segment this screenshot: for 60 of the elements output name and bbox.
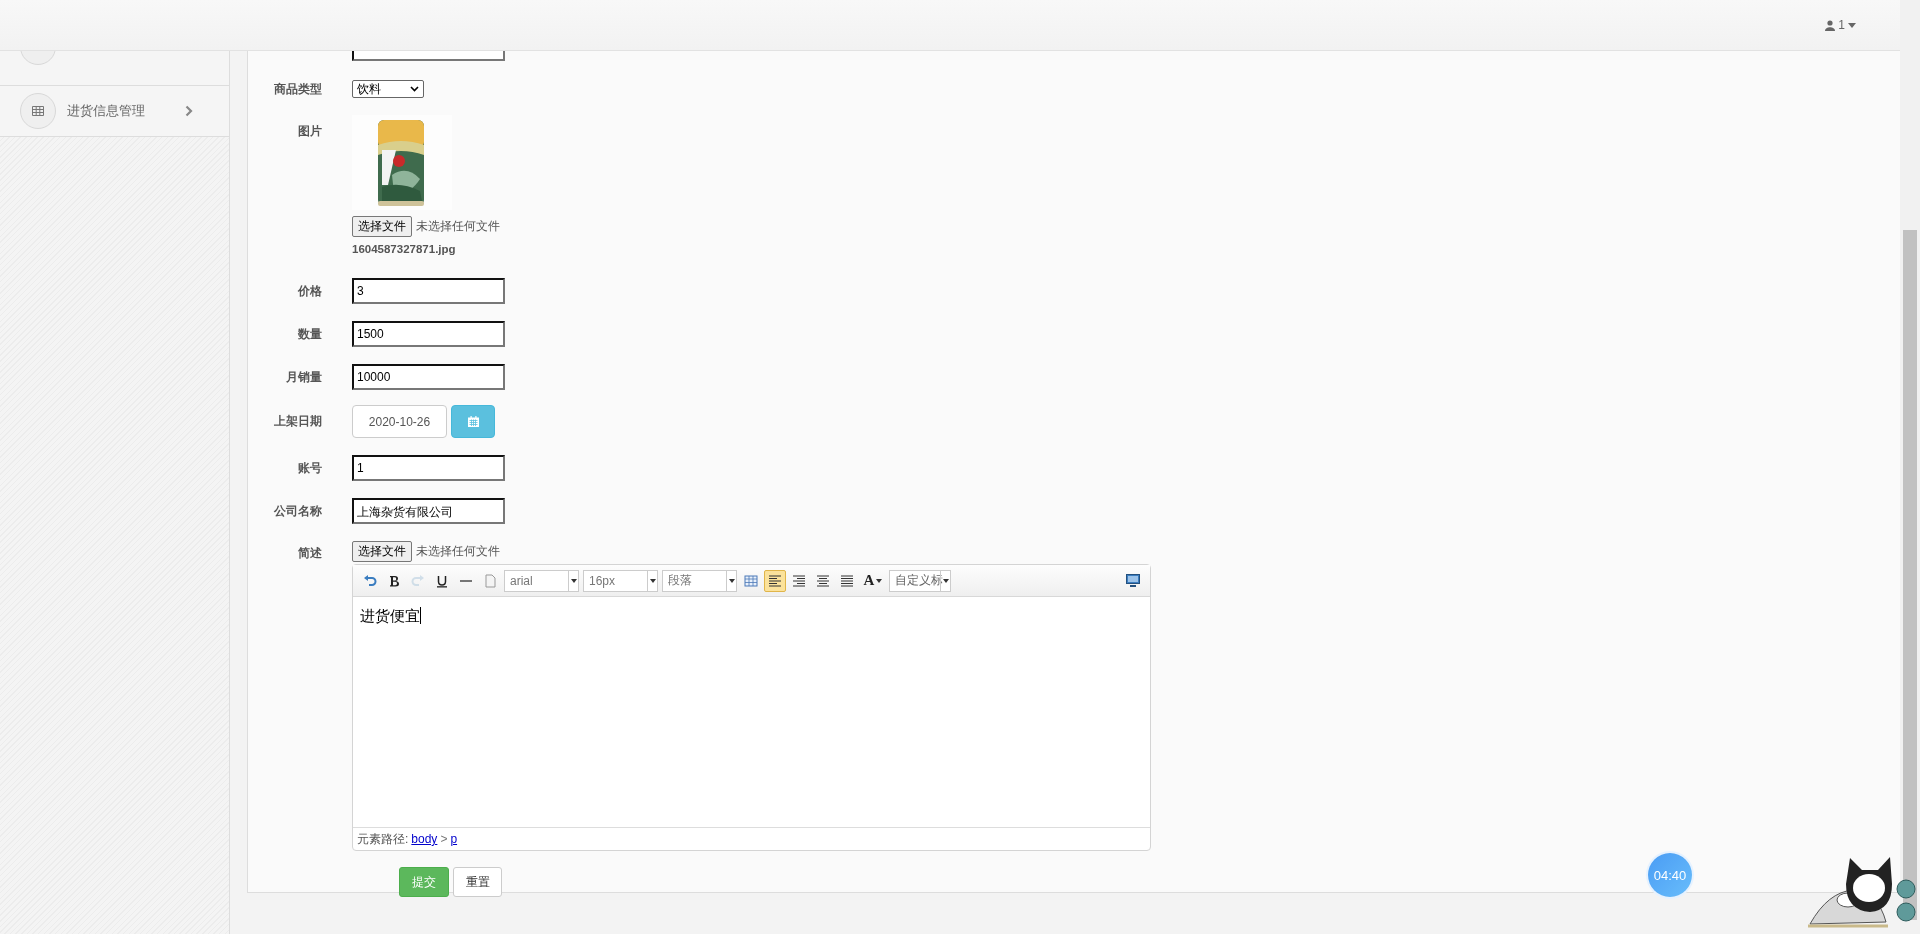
table-icon [20, 93, 56, 129]
file-status: 未选择任何文件 [416, 543, 500, 560]
field-label: 公司名称 [273, 502, 322, 520]
field-label: 商品类型 [273, 80, 322, 98]
sidebar-item[interactable]: 进货信息管理 [0, 86, 229, 137]
field-label: 图片 [297, 123, 322, 140]
file-name: 1604587327871.jpg [352, 243, 456, 255]
calendar-button[interactable] [451, 405, 495, 438]
path-link[interactable]: body [411, 832, 438, 846]
editor-area[interactable]: 进货便宜 [353, 597, 1150, 827]
justify-icon [840, 573, 854, 588]
user-menu[interactable]: 1 [1823, 16, 1858, 34]
font-color-button[interactable]: A [860, 569, 886, 592]
choose-file-button[interactable]: 选择文件 [352, 541, 412, 562]
align-left-icon [768, 573, 782, 588]
input-field[interactable]: 上海杂货有限公司 [352, 498, 505, 524]
path-link[interactable]: p [450, 832, 458, 846]
page-icon [483, 573, 497, 588]
reset-button[interactable]: 重置 [453, 867, 502, 897]
calendar-icon [467, 416, 479, 427]
caret-icon [876, 578, 883, 583]
field-label: 账号 [297, 459, 322, 477]
chevron-icon [185, 105, 193, 117]
input-field[interactable]: 3 [352, 278, 505, 304]
path-label: 元素路径: [357, 830, 409, 848]
choose-file-button[interactable]: 选择文件 [352, 216, 412, 237]
caret-icon [940, 570, 950, 591]
input-field[interactable]: 10000 [352, 364, 505, 390]
caret-icon [568, 570, 578, 591]
horizontal-rule-icon [460, 579, 472, 582]
editor-text: 进货便宜 [360, 607, 420, 626]
toolbar-select[interactable]: arial [504, 569, 579, 592]
align-right-icon [792, 573, 806, 588]
type-select[interactable]: 饮料 [352, 80, 424, 98]
field-label: 数量 [297, 325, 322, 343]
path-separator: > [440, 832, 448, 846]
undo-icon [363, 573, 377, 588]
field-label: 价格 [297, 282, 322, 300]
toolbar-select[interactable]: 16px [583, 569, 658, 592]
user-icon [1825, 19, 1836, 31]
table-icon [744, 573, 758, 588]
input-field[interactable] [352, 50, 505, 61]
file-status: 未选择任何文件 [416, 218, 500, 235]
monitor-icon [1126, 574, 1140, 587]
align-left-button[interactable] [764, 569, 786, 592]
input-field[interactable]: 1500 [352, 321, 505, 347]
caret-icon [726, 570, 736, 591]
field-label: 上架日期 [273, 413, 322, 430]
field-label: 简述 [297, 545, 322, 562]
underline-icon [435, 573, 449, 588]
caret-icon [647, 570, 657, 591]
input-field[interactable]: 1 [352, 455, 505, 481]
date-field[interactable]: 2020-10-26 [352, 405, 447, 438]
chevron-icon [410, 86, 419, 92]
align-center-icon [816, 573, 830, 588]
bold-icon [387, 573, 401, 588]
caret-icon [1848, 22, 1856, 28]
toolbar-select[interactable]: 段落 [662, 569, 737, 592]
field-label: 月销量 [285, 368, 322, 386]
redo-icon [411, 573, 425, 588]
